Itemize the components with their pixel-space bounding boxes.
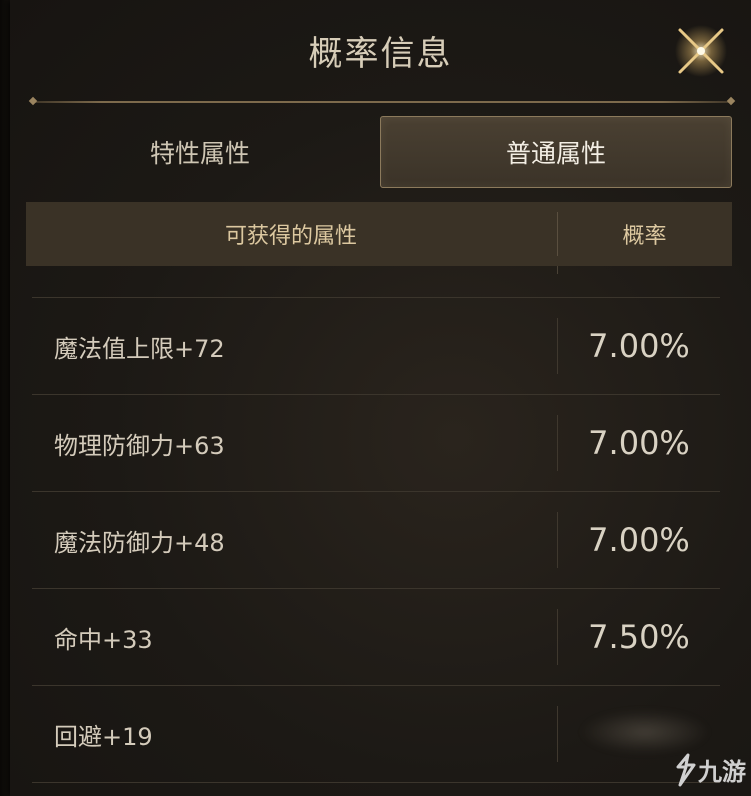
background-edge: [0, 0, 10, 796]
header-rate: 概率: [622, 224, 667, 249]
column-separator: [557, 266, 558, 274]
table-row-divider: [32, 782, 720, 796]
table-header: 可获得的属性 概率: [26, 202, 732, 266]
watermark-logo-icon: [676, 753, 696, 786]
watermark-text: 九游: [698, 758, 746, 786]
header-attribute: 可获得的属性: [224, 224, 357, 249]
row-rate: 7.00%: [588, 424, 690, 462]
close-button[interactable]: [670, 22, 732, 80]
row-rate: 7.00%: [588, 521, 690, 559]
table-row: 魔法防御力+48 7.00%: [32, 491, 720, 588]
divider-right-ornament: [726, 96, 736, 106]
obscured-rate: [580, 710, 710, 754]
table-row: 物理防御力+63 7.00%: [32, 394, 720, 491]
probability-info-dialog: 概率信息 特性属性 普通属性 可获得的属性 概率 魔法值上限+72 7.00% …: [10, 0, 751, 796]
close-icon: [675, 25, 727, 77]
tab-special-attributes[interactable]: 特性属性: [26, 116, 374, 188]
divider-left-ornament: [28, 96, 38, 106]
title-divider: [28, 96, 736, 106]
row-rate: 7.50%: [588, 618, 690, 656]
row-attribute: 魔法值上限+72: [54, 334, 225, 363]
table-row: 命中+33 7.50%: [32, 588, 720, 685]
watermark: 九游: [672, 752, 746, 787]
row-attribute: 回避+19: [54, 722, 153, 751]
row-attribute: 物理防御力+63: [54, 431, 225, 460]
row-rate: 7.00%: [588, 327, 690, 365]
row-attribute: 命中+33: [54, 625, 153, 654]
table-row: 魔法值上限+72 7.00%: [32, 297, 720, 394]
row-attribute: 魔法防御力+48: [54, 528, 225, 557]
dialog-title: 概率信息: [308, 34, 453, 74]
tab-normal-attributes[interactable]: 普通属性: [380, 116, 732, 188]
